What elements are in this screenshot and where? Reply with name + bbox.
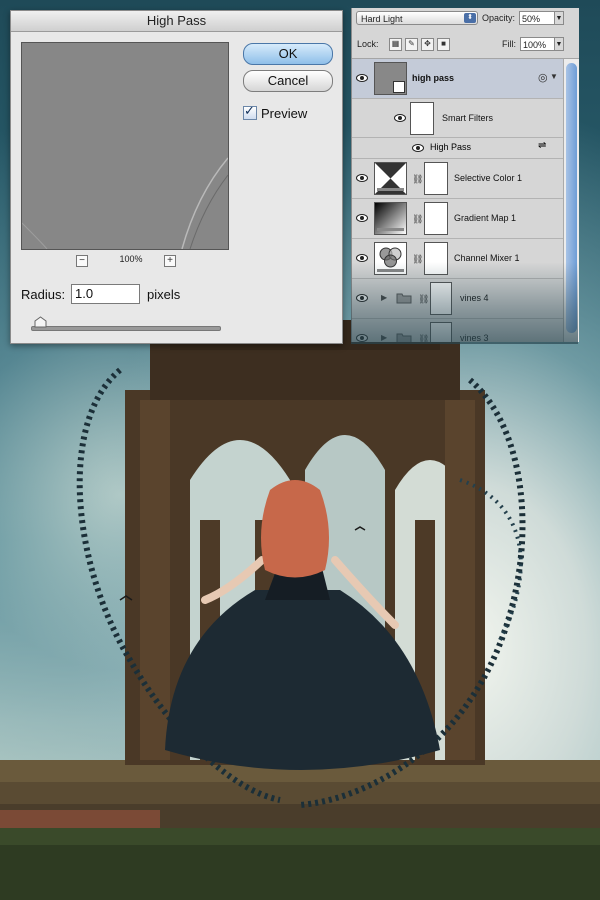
visibility-eye-icon[interactable]: [356, 292, 368, 304]
fill-input[interactable]: 100%: [520, 37, 555, 51]
blending-options-icon[interactable]: ⇌: [538, 140, 546, 151]
zoom-level: 100%: [119, 254, 143, 264]
opacity-label: Opacity:: [482, 13, 516, 23]
visibility-eye-icon[interactable]: [356, 212, 368, 224]
preview-checkbox[interactable]: Preview: [243, 103, 308, 121]
expand-arrow-icon[interactable]: ▶: [381, 333, 387, 342]
layer-mask-thumbnail[interactable]: [424, 162, 448, 195]
lock-image-icon[interactable]: ✎: [405, 38, 418, 51]
opacity-input[interactable]: 50%: [519, 11, 555, 25]
link-chain-icon[interactable]: ⛓: [418, 294, 429, 305]
layer-name: Smart Filters: [442, 113, 494, 123]
visibility-eye-icon[interactable]: [412, 142, 424, 154]
filter-mask-thumbnail: [410, 102, 434, 135]
lock-label: Lock:: [357, 39, 379, 49]
link-chain-icon[interactable]: ⛓: [412, 214, 423, 225]
smart-object-icon: [374, 62, 407, 95]
preview-label: Preview: [261, 106, 308, 121]
link-chain-icon[interactable]: ⛓: [412, 254, 423, 265]
dialog-title: High Pass: [11, 11, 342, 32]
layers-options-bar: Hard Light ⬍ Opacity: 50% ▼ Lock: ▦ ✎ ✥ …: [352, 8, 579, 59]
layer-mask-thumbnail[interactable]: [430, 322, 452, 342]
dropdown-arrows-icon: ⬍: [464, 13, 476, 23]
layer-row-vines-3[interactable]: ▶ ⛓ vines 3: [352, 319, 563, 342]
zoom-in-button[interactable]: +: [164, 255, 176, 267]
radius-slider-track[interactable]: [31, 326, 221, 331]
zoom-controls: − 100% +: [76, 254, 186, 268]
layer-mask-thumbnail[interactable]: [430, 282, 452, 315]
lock-position-icon[interactable]: ✥: [421, 38, 434, 51]
filter-name: High Pass: [430, 142, 472, 152]
cancel-button[interactable]: Cancel: [243, 70, 333, 92]
layer-name: Gradient Map 1: [454, 213, 517, 223]
link-chain-icon[interactable]: ⛓: [412, 174, 423, 185]
scrollbar-thumb[interactable]: [566, 63, 577, 333]
layer-row-high-pass[interactable]: high pass ◎ ▼: [352, 59, 563, 99]
layer-name: Selective Color 1: [454, 173, 523, 183]
visibility-eye-icon[interactable]: [356, 332, 368, 342]
layer-name: Channel Mixer 1: [454, 253, 520, 263]
link-chain-icon[interactable]: ⛓: [418, 334, 429, 342]
collapse-arrow-icon[interactable]: ▼: [550, 72, 558, 81]
visibility-eye-icon[interactable]: [356, 72, 368, 84]
folder-icon: [396, 293, 412, 304]
layer-row-vines-4[interactable]: ▶ ⛓ vines 4: [352, 279, 563, 319]
blend-mode-value: Hard Light: [361, 14, 403, 24]
radius-input[interactable]: 1.0: [71, 284, 140, 304]
filter-row-high-pass[interactable]: High Pass ⇌: [352, 138, 563, 159]
radius-label: Radius:: [21, 287, 66, 302]
layer-row-gradient-map[interactable]: ⛓ Gradient Map 1: [352, 199, 563, 239]
selective-color-icon: [374, 162, 407, 195]
layers-panel: Hard Light ⬍ Opacity: 50% ▼ Lock: ▦ ✎ ✥ …: [351, 8, 579, 342]
fill-label: Fill:: [502, 39, 516, 49]
blend-mode-select[interactable]: Hard Light ⬍: [356, 11, 478, 25]
radius-unit: pixels: [147, 287, 181, 302]
layer-name: high pass: [412, 73, 455, 83]
layer-name: vines 3: [460, 333, 489, 342]
channel-mixer-icon: [374, 242, 407, 275]
layer-row-selective-color[interactable]: ⛓ Selective Color 1: [352, 159, 563, 199]
zoom-out-button[interactable]: −: [76, 255, 88, 267]
opacity-dropdown-icon[interactable]: ▼: [554, 11, 564, 25]
gradient-map-icon: [374, 202, 407, 235]
lock-all-icon[interactable]: ■: [437, 38, 450, 51]
ok-button[interactable]: OK: [243, 43, 333, 65]
radius-slider-thumb[interactable]: [34, 316, 47, 328]
layers-scrollbar[interactable]: [563, 59, 579, 342]
layers-list: high pass ◎ ▼ Smart Filters High Pass ⇌ …: [352, 59, 563, 342]
fill-dropdown-icon[interactable]: ▼: [554, 37, 564, 51]
smart-filters-row[interactable]: Smart Filters: [352, 99, 563, 138]
layer-name: vines 4: [460, 293, 489, 303]
visibility-eye-icon[interactable]: [356, 172, 368, 184]
lock-transparent-icon[interactable]: ▦: [389, 38, 402, 51]
layer-mask-thumbnail[interactable]: [424, 202, 448, 235]
filter-preview[interactable]: [21, 42, 229, 250]
visibility-eye-icon[interactable]: [394, 112, 406, 124]
high-pass-dialog: High Pass − 100% + OK Cancel Preview Rad…: [10, 10, 343, 344]
layer-mask-thumbnail[interactable]: [424, 242, 448, 275]
checkbox-checked-icon[interactable]: [243, 103, 257, 120]
layer-row-channel-mixer[interactable]: ⛓ Channel Mixer 1: [352, 239, 563, 279]
smart-filters-badge-icon: ◎: [538, 72, 548, 84]
expand-arrow-icon[interactable]: ▶: [381, 293, 387, 302]
preview-image: [22, 43, 228, 249]
folder-icon: [396, 333, 412, 342]
visibility-eye-icon[interactable]: [356, 252, 368, 264]
